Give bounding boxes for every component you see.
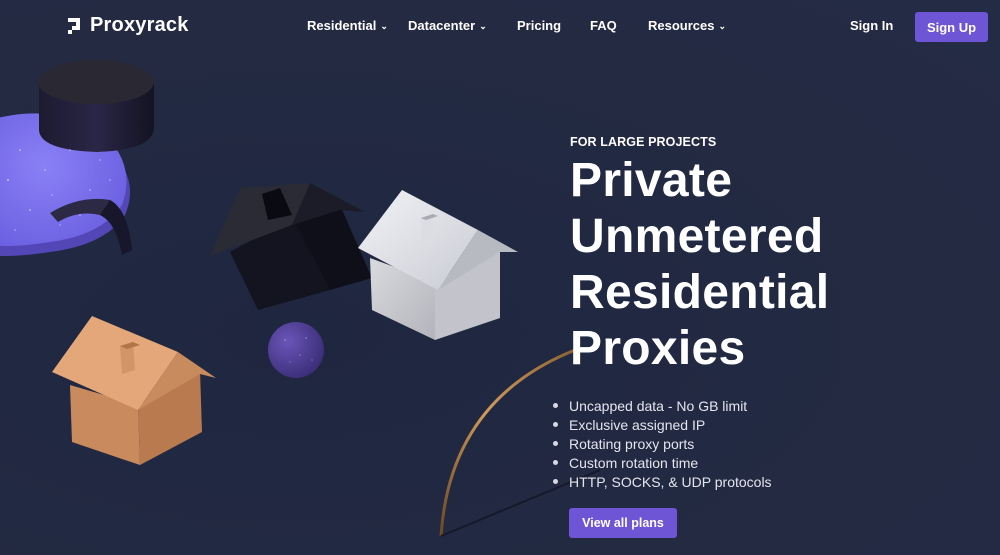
hero-title-line: Unmetered — [570, 210, 824, 263]
bullet-icon — [553, 422, 558, 427]
chevron-down-icon: ⌄ — [718, 21, 727, 31]
feature-item: HTTP, SOCKS, & UDP protocols — [553, 472, 772, 491]
chevron-down-icon: ⌄ — [380, 21, 388, 31]
view-all-plans-button[interactable]: View all plans — [569, 508, 677, 538]
feature-text: Rotating proxy ports — [569, 435, 695, 452]
purple-sphere — [268, 322, 324, 378]
top-nav: Proxyrack Residential ⌄ Datacenter ⌄ Pri… — [0, 0, 1000, 54]
hero-title-line: Residential — [570, 266, 830, 319]
hero-eyebrow: FOR LARGE PROJECTS — [570, 135, 717, 149]
nav-item-label: Resources — [648, 18, 715, 33]
nav-item-residential[interactable]: Residential ⌄ — [307, 18, 408, 33]
logo-text: Proxyrack — [90, 14, 189, 36]
bullet-icon — [553, 403, 558, 408]
sign-up-button[interactable]: Sign Up — [915, 12, 988, 42]
feature-text: Exclusive assigned IP — [569, 416, 706, 433]
bullet-icon — [553, 479, 558, 484]
hero-title: Private Unmetered Residential Proxies — [570, 153, 829, 377]
bullet-icon — [553, 441, 558, 446]
hero-title-line: Private — [570, 154, 733, 207]
feature-text: HTTP, SOCKS, & UDP protocols — [569, 473, 772, 490]
feature-item: Exclusive assigned IP — [553, 415, 772, 434]
feature-text: Uncapped data - No GB limit — [569, 397, 748, 414]
hero-illustration — [0, 60, 601, 537]
black-house — [210, 183, 372, 310]
hero-title-line: Proxies — [570, 322, 746, 375]
nav-item-resources[interactable]: Resources ⌄ — [648, 18, 726, 33]
main-menu: Residential ⌄ Datacenter ⌄ Pricing FAQ R… — [307, 18, 726, 33]
nav-item-label: Residential — [307, 18, 377, 33]
chevron-down-icon: ⌄ — [479, 21, 487, 31]
feature-list: Uncapped data - No GB limit Exclusive as… — [553, 396, 772, 491]
logo[interactable]: Proxyrack — [68, 14, 189, 37]
feature-text: Custom rotation time — [569, 454, 699, 471]
hero-section: FOR LARGE PROJECTS Private Unmetered Res… — [570, 135, 829, 377]
dark-cylinder — [38, 60, 154, 152]
feature-item: Uncapped data - No GB limit — [553, 396, 772, 415]
orange-house — [52, 316, 216, 465]
nav-item-label: Datacenter — [408, 18, 476, 33]
marble-house — [358, 190, 518, 340]
nav-item-datacenter[interactable]: Datacenter ⌄ — [408, 18, 517, 33]
feature-item: Rotating proxy ports — [553, 434, 772, 453]
feature-item: Custom rotation time — [553, 453, 772, 472]
nav-item-label: Pricing — [517, 18, 562, 33]
bullet-icon — [553, 460, 558, 465]
nav-item-faq[interactable]: FAQ — [590, 18, 648, 33]
nav-item-label: FAQ — [590, 18, 617, 33]
nav-item-pricing[interactable]: Pricing — [517, 18, 590, 33]
sign-in-link[interactable]: Sign In — [850, 18, 893, 33]
proxyrack-logo-icon — [68, 17, 84, 34]
